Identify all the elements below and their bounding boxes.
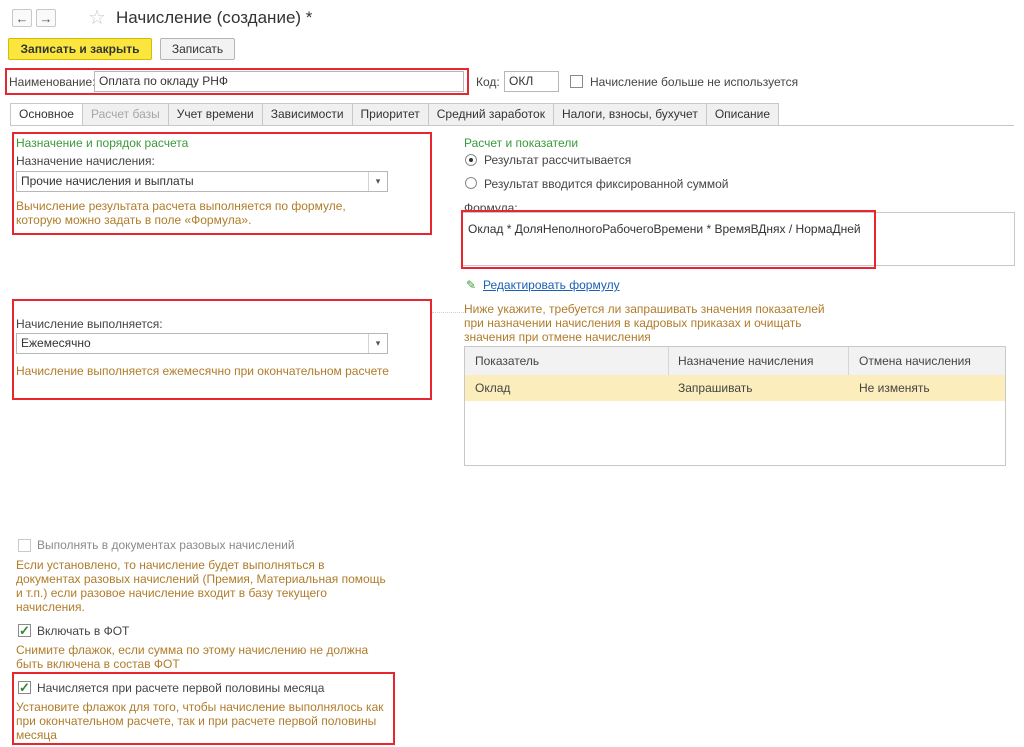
purpose-select[interactable]: Прочие начисления и выплаты ▾ bbox=[16, 171, 388, 192]
include-fot-hint: Снимите флажок, если сумма по этому начи… bbox=[16, 643, 369, 671]
purpose-hint: Вычисление результата расчета выполняетс… bbox=[16, 199, 346, 227]
column-divider bbox=[668, 347, 669, 375]
schedule-select[interactable]: Ежемесячно ▾ bbox=[16, 333, 388, 354]
column-header-assignment[interactable]: Назначение начисления bbox=[678, 354, 814, 368]
one-time-docs-hint: Если установлено, то начисление будет вы… bbox=[16, 558, 386, 614]
tab-priority[interactable]: Приоритет bbox=[351, 103, 429, 125]
code-label: Код: bbox=[476, 75, 500, 89]
first-half-month-checkbox[interactable]: ✓ bbox=[18, 681, 31, 694]
column-header-cancel[interactable]: Отмена начисления bbox=[859, 354, 971, 368]
edit-formula-link[interactable]: Редактировать формулу bbox=[483, 278, 620, 292]
cell-assignment[interactable]: Запрашивать bbox=[678, 381, 753, 395]
checkmark-icon: ✓ bbox=[19, 623, 30, 638]
table-row[interactable]: Оклад Запрашивать Не изменять bbox=[465, 375, 1005, 401]
section-divider bbox=[432, 312, 464, 313]
tab-bar: Основное Расчет базы Учет времени Зависи… bbox=[10, 103, 780, 126]
tab-description[interactable]: Описание bbox=[705, 103, 780, 125]
radio-calculated[interactable] bbox=[465, 154, 477, 166]
indicators-hint: Ниже укажите, требуется ли запрашивать з… bbox=[464, 302, 825, 344]
tab-taxes[interactable]: Налоги, взносы, бухучет bbox=[552, 103, 707, 125]
column-divider bbox=[848, 347, 849, 375]
tab-main[interactable]: Основное bbox=[10, 103, 83, 126]
cell-indicator: Оклад bbox=[475, 381, 511, 395]
indicators-table: Показатель Назначение начисления Отмена … bbox=[464, 346, 1006, 466]
tab-time-accounting[interactable]: Учет времени bbox=[167, 103, 263, 125]
cell-cancel[interactable]: Не изменять bbox=[859, 381, 930, 395]
pencil-icon: ✎ bbox=[466, 278, 477, 292]
first-half-month-label: Начисляется при расчете первой половины … bbox=[37, 681, 325, 695]
unused-checkbox[interactable] bbox=[570, 75, 583, 88]
formula-highlight-frame bbox=[461, 210, 876, 269]
favorite-star-icon[interactable]: ☆ bbox=[88, 5, 106, 30]
name-field[interactable]: Оплата по окладу РНФ bbox=[94, 71, 464, 92]
forward-button[interactable]: → bbox=[36, 9, 56, 27]
save-button[interactable]: Записать bbox=[160, 38, 235, 60]
purpose-select-value: Прочие начисления и выплаты bbox=[21, 174, 194, 188]
radio-fixed-amount[interactable] bbox=[465, 177, 477, 189]
calc-section-title: Расчет и показатели bbox=[464, 136, 579, 150]
column-header-indicator[interactable]: Показатель bbox=[475, 354, 539, 368]
schedule-label: Начисление выполняется: bbox=[16, 317, 163, 331]
table-header: Показатель Назначение начисления Отмена … bbox=[465, 347, 1005, 376]
forward-arrow-icon: → bbox=[39, 11, 53, 26]
one-time-docs-label: Выполнять в документах разовых начислени… bbox=[37, 538, 295, 552]
schedule-hint: Начисление выполняется ежемесячно при ок… bbox=[16, 364, 389, 378]
page-title: Начисление (создание) * bbox=[116, 8, 313, 27]
unused-checkbox-label: Начисление больше не используется bbox=[590, 75, 799, 89]
purpose-label: Назначение начисления: bbox=[16, 154, 155, 168]
first-half-month-hint: Установите флажок для того, чтобы начисл… bbox=[16, 700, 384, 742]
one-time-docs-checkbox[interactable] bbox=[18, 539, 31, 552]
include-fot-label: Включать в ФОТ bbox=[37, 624, 130, 638]
include-fot-checkbox[interactable]: ✓ bbox=[18, 624, 31, 637]
tab-dependencies[interactable]: Зависимости bbox=[261, 103, 353, 125]
purpose-section-title: Назначение и порядок расчета bbox=[16, 136, 189, 150]
radio-fixed-amount-label: Результат вводится фиксированной суммой bbox=[484, 177, 729, 191]
schedule-select-value: Ежемесячно bbox=[21, 336, 91, 350]
tab-divider bbox=[10, 125, 1014, 126]
save-and-close-button[interactable]: Записать и закрыть bbox=[8, 38, 152, 60]
chevron-down-icon[interactable]: ▾ bbox=[368, 334, 387, 353]
radio-calculated-label: Результат рассчитывается bbox=[484, 153, 632, 167]
tab-base-calculation[interactable]: Расчет базы bbox=[81, 103, 169, 125]
name-label: Наименование: bbox=[9, 75, 96, 89]
tab-average-earnings[interactable]: Средний заработок bbox=[427, 103, 554, 125]
chevron-down-icon[interactable]: ▾ bbox=[368, 172, 387, 191]
code-field[interactable]: ОКЛ bbox=[504, 71, 559, 92]
formula-value: Оклад * ДоляНеполногоРабочегоВремени * В… bbox=[468, 222, 861, 236]
back-button[interactable]: ← bbox=[12, 9, 32, 27]
checkmark-icon: ✓ bbox=[19, 680, 30, 695]
back-arrow-icon: ← bbox=[15, 11, 29, 26]
